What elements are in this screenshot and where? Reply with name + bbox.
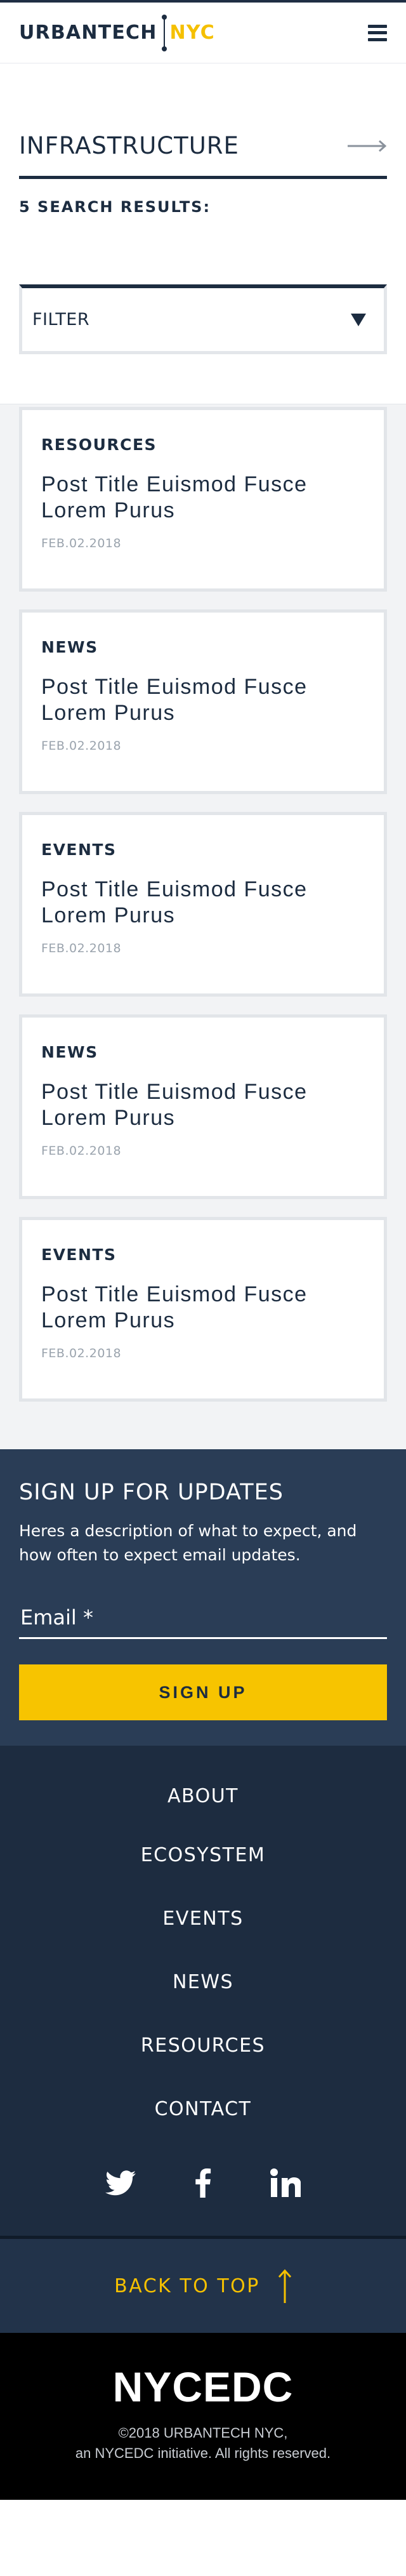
copyright-line-1: ©2018 URBANTECH NYC, <box>118 2425 288 2441</box>
result-card[interactable]: RESOURCES Post Title Euismod Fusce Lorem… <box>19 407 387 592</box>
footer-link-ecosystem[interactable]: ECOSYSTEM <box>141 1844 266 1866</box>
filter-dropdown[interactable]: FILTER <box>19 284 387 354</box>
menu-bar <box>368 24 387 28</box>
footer-nav-item: ABOUT <box>0 1785 406 1823</box>
footer-link-resources[interactable]: RESOURCES <box>141 2035 265 2057</box>
filter-label: FILTER <box>32 310 90 329</box>
menu-bar <box>368 31 387 34</box>
results-list: RESOURCES Post Title Euismod Fusce Lorem… <box>0 404 406 1449</box>
card-title[interactable]: Post Title Euismod Fusce Lorem Purus <box>41 472 365 524</box>
hamburger-menu-icon[interactable] <box>368 24 387 41</box>
email-field-wrapper <box>19 1605 387 1639</box>
footer-nav-item: ECOSYSTEM <box>0 1823 406 1887</box>
site-logo[interactable]: URBANTECH NYC <box>19 14 215 52</box>
signup-description: Heres a description of what to expect, a… <box>19 1522 357 1564</box>
sign-up-button[interactable]: SIGN UP <box>19 1664 387 1720</box>
result-card[interactable]: NEWS Post Title Euismod Fusce Lorem Puru… <box>19 1014 387 1199</box>
card-title[interactable]: Post Title Euismod Fusce Lorem Purus <box>41 1282 365 1334</box>
card-date: FEB.02.2018 <box>41 941 122 955</box>
linkedin-icon[interactable] <box>268 2167 303 2199</box>
footer-nav-item: NEWS <box>0 1950 406 2014</box>
logo-text-urbantech: URBANTECH <box>19 22 157 44</box>
result-card[interactable]: NEWS Post Title Euismod Fusce Lorem Puru… <box>19 609 387 794</box>
result-card[interactable]: EVENTS Post Title Euismod Fusce Lorem Pu… <box>19 1217 387 1402</box>
card-date: FEB.02.2018 <box>41 739 122 753</box>
site-header: URBANTECH NYC <box>0 3 406 63</box>
arrow-right-icon[interactable] <box>348 140 387 152</box>
caret-down-icon <box>351 313 366 326</box>
footer-link-news[interactable]: NEWS <box>173 1971 233 1993</box>
twitter-icon[interactable] <box>103 2167 138 2199</box>
footer-nav: ABOUT ECOSYSTEM EVENTS NEWS RESOURCES CO… <box>0 1746 406 2236</box>
copyright-line-2: an NYCEDC initiative. All rights reserve… <box>75 2445 331 2461</box>
result-card[interactable]: EVENTS Post Title Euismod Fusce Lorem Pu… <box>19 812 387 997</box>
footer-link-about[interactable]: ABOUT <box>167 1785 239 1807</box>
page-title: INFRASTRUCTURE <box>19 132 239 159</box>
card-title[interactable]: Post Title Euismod Fusce Lorem Purus <box>41 877 365 929</box>
topic-header: INFRASTRUCTURE <box>19 132 387 179</box>
card-category: EVENTS <box>41 840 117 859</box>
nycedc-logo[interactable]: NYCEDC <box>0 2366 406 2408</box>
results-count: 5 SEARCH RESULTS: <box>19 198 211 216</box>
signup-title: SIGN UP FOR UPDATES <box>19 1480 284 1505</box>
footer-nav-item: CONTACT <box>0 2077 406 2141</box>
logo-text-nyc: NYC <box>169 22 215 44</box>
footer-nav-item: EVENTS <box>0 1887 406 1950</box>
card-title[interactable]: Post Title Euismod Fusce Lorem Purus <box>41 1079 365 1131</box>
card-date: FEB.02.2018 <box>41 1144 122 1158</box>
bottom-footer: NYCEDC ©2018 URBANTECH NYC, an NYCEDC in… <box>0 2333 406 2500</box>
back-to-top-button[interactable]: BACK TO TOP <box>0 2236 406 2333</box>
filter-section: FILTER <box>0 216 406 354</box>
footer-link-contact[interactable]: CONTACT <box>155 2098 252 2120</box>
card-category: NEWS <box>41 638 98 656</box>
footer-nav-item: RESOURCES <box>0 2014 406 2077</box>
card-category: NEWS <box>41 1043 98 1061</box>
footer-link-events[interactable]: EVENTS <box>162 1908 243 1930</box>
topic-section: INFRASTRUCTURE 5 SEARCH RESULTS: <box>0 63 406 216</box>
logo-divider-icon <box>161 14 167 51</box>
card-category: RESOURCES <box>41 435 157 454</box>
card-date: FEB.02.2018 <box>41 1346 122 1360</box>
signup-section: SIGN UP FOR UPDATES Heres a description … <box>0 1449 406 1746</box>
arrow-up-icon <box>278 2269 291 2303</box>
card-date: FEB.02.2018 <box>41 536 122 550</box>
facebook-icon[interactable] <box>185 2167 221 2199</box>
card-category: EVENTS <box>41 1245 117 1264</box>
social-links <box>0 2167 406 2199</box>
card-title[interactable]: Post Title Euismod Fusce Lorem Purus <box>41 674 365 726</box>
menu-bar <box>368 37 387 41</box>
back-to-top-label: BACK TO TOP <box>114 2274 260 2297</box>
email-field[interactable] <box>20 1605 387 1630</box>
